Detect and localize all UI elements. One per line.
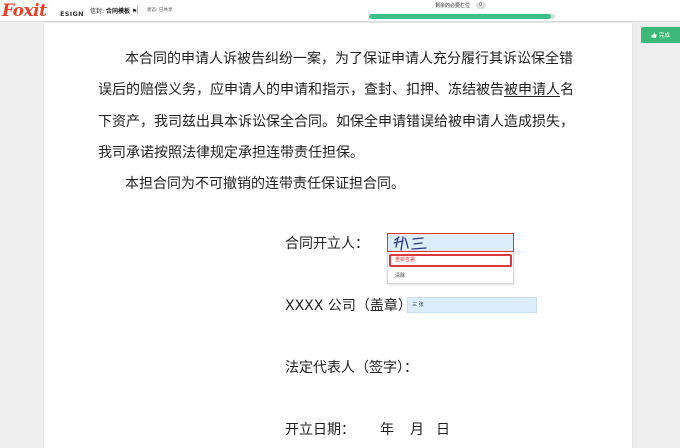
date-year: 年	[380, 422, 394, 438]
company-stamp-field[interactable]: 三 张	[407, 297, 537, 313]
company-stamp-label: XXXX 公司（盖章）	[285, 298, 412, 314]
envelope-name: 合同模板	[105, 8, 130, 15]
finish-button[interactable]: 完成	[641, 27, 680, 43]
date-month: 月	[410, 422, 424, 438]
envelope-prefix: 信封:	[90, 8, 105, 15]
clear-menu-item[interactable]: 清除	[395, 272, 405, 279]
resign-menu-item[interactable]: 重新签署	[389, 254, 512, 267]
paragraph-line: 我司承诺按照法律规定承担连带责任担保。	[98, 145, 364, 161]
paragraph-line: 下资产，我司兹出具本诉讼保全合同。如保全申请错误给被申请人造成损失，	[98, 114, 574, 130]
signature-field[interactable]	[387, 233, 514, 252]
issue-date-label: 开立日期：	[285, 422, 355, 438]
underlined-term: 被申请人	[504, 82, 560, 98]
remaining-count-badge: 0	[475, 2, 486, 9]
finish-label: 完成	[658, 33, 670, 39]
logo-text: Foxit	[2, 1, 47, 21]
paragraph-line: 误后的赔偿义务，应申请人的申请和指示，查封、扣押、冻结被告被申请人名	[98, 82, 574, 98]
foxit-esign-logo: Foxit ESIGN	[2, 1, 84, 21]
date-day: 日	[436, 422, 450, 438]
handwritten-signature	[393, 236, 427, 251]
representative-label: 法定代表人（签字）：	[285, 360, 418, 376]
envelope-status: 状态: 已共享	[147, 8, 173, 13]
paragraph-line: 本担合同为不可撤销的连带责任保证担合同。	[125, 176, 405, 192]
thumbs-up-icon	[651, 32, 657, 38]
title-divider	[137, 5, 138, 14]
signature-menu: 重新签署 清除	[387, 252, 514, 284]
completion-progress-fill	[369, 14, 552, 19]
paragraph-line: 本合同的申请人诉被告纠纷一案，为了保证申请人充分履行其诉讼保全错	[125, 51, 573, 67]
envelope-title: 信封: 合同模板 ⚑	[90, 6, 137, 15]
remaining-fields: 剩余的必要栏位 0	[435, 2, 486, 9]
contractor-label: 合同开立人：	[285, 236, 369, 252]
top-bar: Foxit ESIGN 信封: 合同模板 ⚑ 状态: 已共享 剩余的必要栏位 0	[0, 0, 680, 22]
remaining-label: 剩余的必要栏位	[435, 3, 471, 9]
completion-progress-bar	[369, 14, 555, 19]
logo-subtext: ESIGN	[60, 10, 84, 18]
